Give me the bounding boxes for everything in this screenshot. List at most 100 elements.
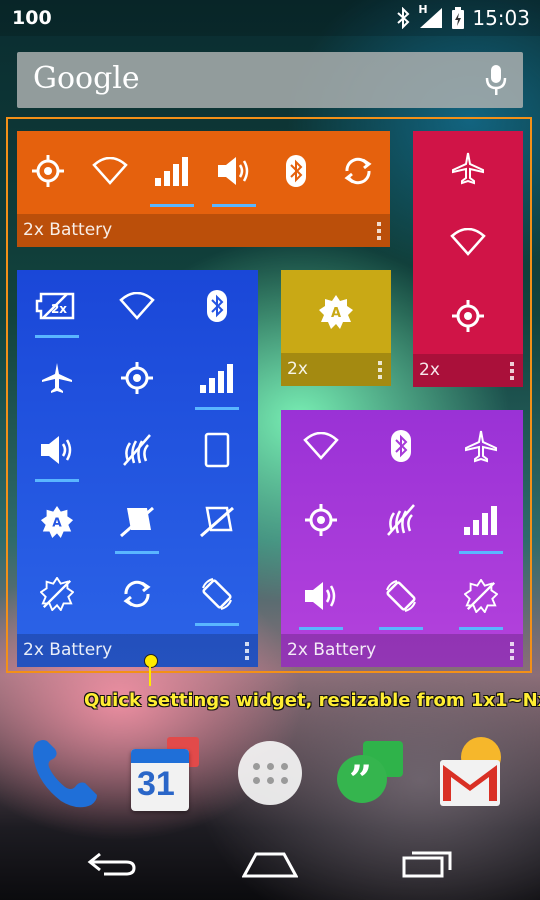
vibrate-toggle[interactable] [361, 482, 441, 558]
widget-footer: 2x Battery [17, 214, 390, 247]
active-indicator [35, 335, 79, 338]
active-indicator [459, 551, 503, 554]
airplane-icon [42, 363, 72, 393]
sound-toggle[interactable] [203, 131, 265, 211]
home-icon [241, 852, 299, 878]
signal-bars-icon [464, 506, 497, 535]
rotate-icon [386, 580, 416, 612]
quick-settings-widget-purple[interactable]: 2x Battery [281, 410, 523, 667]
brightness-toggle[interactable] [17, 558, 97, 630]
active-indicator [379, 627, 423, 630]
battery-toggle[interactable]: 2x [17, 270, 97, 342]
wifi-toggle[interactable] [281, 410, 361, 482]
app-drawer-button[interactable] [229, 732, 311, 814]
screen-toggle[interactable] [177, 414, 257, 486]
bluetooth-toggle[interactable] [265, 131, 327, 211]
widget-footer: 2x [413, 354, 523, 387]
airplane-toggle[interactable] [413, 131, 523, 205]
active-indicator [195, 407, 239, 410]
sync-toggle[interactable] [327, 131, 389, 211]
google-logo: Google [33, 61, 140, 96]
phone-app[interactable] [24, 732, 106, 814]
bluetooth-icon [207, 290, 227, 322]
brightness-toggle[interactable] [441, 558, 521, 634]
widget-footer: 2x [281, 353, 391, 386]
phone-icon [33, 740, 97, 808]
rotate-icon [202, 578, 232, 610]
active-indicator [459, 627, 503, 630]
brightness-off-icon [40, 577, 74, 611]
callout-caption: Quick settings widget, resizable from 1x… [84, 690, 540, 711]
sync-icon [344, 157, 372, 185]
quick-settings-widget-yellow[interactable]: A 2x [281, 270, 391, 386]
calendar-app[interactable]: 31 [126, 732, 208, 814]
recents-icon [402, 851, 452, 878]
battery-icon-text: 2x [51, 302, 67, 316]
auto-brightness-toggle[interactable]: A [281, 270, 391, 354]
airplane-toggle[interactable] [441, 410, 521, 482]
airplane-toggle[interactable] [17, 342, 97, 414]
quick-settings-widget-blue[interactable]: 2x A 2x Battery [17, 270, 258, 667]
auto-rotate-toggle[interactable] [177, 558, 257, 630]
recents-button[interactable] [402, 848, 454, 882]
airplane-icon [452, 152, 484, 185]
battery-charging-icon [452, 7, 465, 29]
mobile-data-toggle[interactable] [177, 342, 257, 414]
quick-settings-widget-red[interactable]: 2x [413, 131, 523, 387]
microphone-icon[interactable] [485, 64, 507, 100]
status-notification-text: 100 [12, 7, 52, 29]
home-button[interactable] [241, 848, 299, 882]
auto-brightness-letter: A [52, 516, 62, 530]
back-icon [87, 852, 136, 876]
auto-brightness-toggle[interactable]: A [17, 486, 97, 558]
gmail-app[interactable] [432, 732, 514, 814]
screen-icon [204, 432, 230, 468]
mobile-data-toggle[interactable] [141, 131, 203, 211]
mobile-data-toggle[interactable] [441, 482, 521, 558]
vibrate-off-icon [123, 434, 151, 466]
google-search-bar[interactable]: Google [17, 52, 523, 108]
widget-footer: 2x Battery [17, 634, 258, 667]
location-toggle[interactable] [413, 279, 523, 353]
airplane-icon [465, 430, 497, 463]
auto-rotate-toggle[interactable] [361, 558, 441, 634]
vibrate-off-icon [387, 504, 415, 536]
status-bar: 100 H 15:03 [0, 0, 540, 36]
overflow-menu-icon[interactable] [377, 222, 381, 243]
bluetooth-toggle[interactable] [361, 410, 441, 482]
wifi-toggle[interactable] [413, 205, 523, 279]
active-indicator [150, 204, 194, 207]
active-indicator [195, 623, 239, 626]
hangouts-app[interactable]: ” [330, 732, 412, 814]
sound-toggle[interactable] [281, 558, 361, 634]
sound-toggle[interactable] [17, 414, 97, 486]
wifi-icon [303, 432, 339, 460]
stay-awake-toggle[interactable] [177, 486, 257, 558]
stay-awake-off-icon [200, 506, 234, 538]
active-indicator [115, 551, 159, 554]
wifi-toggle[interactable] [79, 131, 141, 211]
calendar-day: 31 [137, 765, 175, 803]
sync-toggle[interactable] [97, 558, 177, 630]
gmail-icon [440, 760, 500, 806]
vibrate-toggle[interactable] [97, 414, 177, 486]
bluetooth-toggle[interactable] [177, 270, 257, 342]
widget-title: 2x [419, 360, 440, 380]
widget-title: 2x [287, 359, 308, 379]
overflow-menu-icon[interactable] [510, 642, 514, 663]
overflow-menu-icon[interactable] [510, 362, 514, 383]
screen-timeout-toggle[interactable] [97, 486, 177, 558]
location-toggle[interactable] [97, 342, 177, 414]
overflow-menu-icon[interactable] [378, 361, 382, 382]
location-toggle[interactable] [17, 131, 79, 211]
wifi-icon [450, 228, 486, 256]
overflow-menu-icon[interactable] [245, 642, 249, 663]
bluetooth-icon [396, 7, 410, 29]
location-toggle[interactable] [281, 482, 361, 558]
active-indicator [35, 479, 79, 482]
clock: 15:03 [472, 6, 530, 30]
back-button[interactable] [86, 848, 138, 882]
quick-settings-widget-orange[interactable]: 2x Battery [17, 131, 390, 247]
location-icon [121, 362, 153, 394]
wifi-toggle[interactable] [97, 270, 177, 342]
